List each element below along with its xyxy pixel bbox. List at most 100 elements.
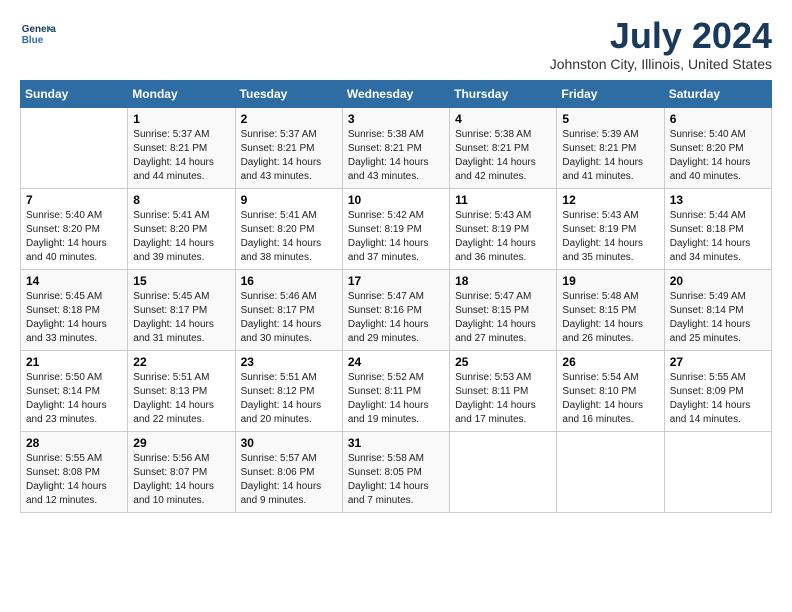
day-number: 14 [26, 274, 122, 288]
calendar-cell: 8Sunrise: 5:41 AM Sunset: 8:20 PM Daylig… [128, 188, 235, 269]
calendar-cell: 4 Sunrise: 5:38 AM Sunset: 8:21 PM Daylig… [450, 107, 557, 188]
day-number: 16 [241, 274, 337, 288]
calendar-cell: 9Sunrise: 5:41 AM Sunset: 8:20 PM Daylig… [235, 188, 342, 269]
day-number: 4 [455, 112, 551, 126]
day-info: Sunrise: 5:51 AM Sunset: 8:12 PM Dayligh… [241, 371, 337, 427]
weekday-header-thursday: Thursday [450, 80, 557, 107]
day-number: 6 [670, 112, 766, 126]
day-info: Sunrise: 5:40 AM Sunset: 8:20 PM Dayligh… [670, 128, 766, 184]
day-number: 28 [26, 436, 122, 450]
day-number: 27 [670, 355, 766, 369]
calendar-cell [450, 431, 557, 512]
day-number: 19 [562, 274, 658, 288]
day-info: Sunrise: 5:38 AM Sunset: 8:21 PM Dayligh… [348, 128, 444, 184]
day-number: 7 [26, 193, 122, 207]
day-info: Sunrise: 5:54 AM Sunset: 8:10 PM Dayligh… [562, 371, 658, 427]
calendar-cell: 13 Sunrise: 5:44 AM Sunset: 8:18 PM Dayli… [664, 188, 771, 269]
day-info: Sunrise: 5:46 AM Sunset: 8:17 PM Dayligh… [241, 290, 337, 346]
weekday-header-sunday: Sunday [21, 80, 128, 107]
day-info: Sunrise: 5:42 AM Sunset: 8:19 PM Dayligh… [348, 209, 444, 265]
day-number: 5 [562, 112, 658, 126]
calendar-cell: 24Sunrise: 5:52 AM Sunset: 8:11 PM Dayli… [342, 350, 449, 431]
page-header: General Blue July 2024 Johnston City, Il… [20, 16, 772, 72]
day-number: 21 [26, 355, 122, 369]
calendar-cell: 30Sunrise: 5:57 AM Sunset: 8:06 PM Dayli… [235, 431, 342, 512]
calendar-cell: 3Sunrise: 5:38 AM Sunset: 8:21 PM Daylig… [342, 107, 449, 188]
day-number: 10 [348, 193, 444, 207]
day-info: Sunrise: 5:55 AM Sunset: 8:09 PM Dayligh… [670, 371, 766, 427]
logo: General Blue [20, 16, 56, 52]
calendar-cell: 5 Sunrise: 5:39 AM Sunset: 8:21 PM Daylig… [557, 107, 664, 188]
day-info: Sunrise: 5:44 AM Sunset: 8:18 PM Dayligh… [670, 209, 766, 265]
day-info: Sunrise: 5:55 AM Sunset: 8:08 PM Dayligh… [26, 452, 122, 508]
day-number: 15 [133, 274, 229, 288]
calendar-cell: 7 Sunrise: 5:40 AM Sunset: 8:20 PM Daylig… [21, 188, 128, 269]
day-number: 12 [562, 193, 658, 207]
calendar-cell: 29 Sunrise: 5:56 AM Sunset: 8:07 PM Dayli… [128, 431, 235, 512]
calendar-title: July 2024 [550, 16, 772, 56]
day-number: 1 [133, 112, 229, 126]
day-info: Sunrise: 5:43 AM Sunset: 8:19 PM Dayligh… [562, 209, 658, 265]
calendar-cell: 12 Sunrise: 5:43 AM Sunset: 8:19 PM Dayli… [557, 188, 664, 269]
weekday-header-monday: Monday [128, 80, 235, 107]
logo-icon: General Blue [20, 16, 56, 52]
day-info: Sunrise: 5:50 AM Sunset: 8:14 PM Dayligh… [26, 371, 122, 427]
day-number: 30 [241, 436, 337, 450]
day-number: 17 [348, 274, 444, 288]
weekday-header-friday: Friday [557, 80, 664, 107]
calendar-week-4: 21 Sunrise: 5:50 AM Sunset: 8:14 PM Dayli… [21, 350, 772, 431]
calendar-week-3: 14 Sunrise: 5:45 AM Sunset: 8:18 PM Dayli… [21, 269, 772, 350]
day-number: 22 [133, 355, 229, 369]
weekday-header-tuesday: Tuesday [235, 80, 342, 107]
day-info: Sunrise: 5:40 AM Sunset: 8:20 PM Dayligh… [26, 209, 122, 265]
calendar-cell: 21 Sunrise: 5:50 AM Sunset: 8:14 PM Dayli… [21, 350, 128, 431]
calendar-header-row: SundayMondayTuesdayWednesdayThursdayFrid… [21, 80, 772, 107]
calendar-week-1: 1 Sunrise: 5:37 AM Sunset: 8:21 PM Daylig… [21, 107, 772, 188]
calendar-week-5: 28 Sunrise: 5:55 AM Sunset: 8:08 PM Dayli… [21, 431, 772, 512]
calendar-cell: 25 Sunrise: 5:53 AM Sunset: 8:11 PM Dayli… [450, 350, 557, 431]
day-number: 11 [455, 193, 551, 207]
day-number: 20 [670, 274, 766, 288]
day-info: Sunrise: 5:38 AM Sunset: 8:21 PM Dayligh… [455, 128, 551, 184]
calendar-cell: 31 Sunrise: 5:58 AM Sunset: 8:05 PM Dayli… [342, 431, 449, 512]
weekday-header-wednesday: Wednesday [342, 80, 449, 107]
svg-text:Blue: Blue [22, 35, 44, 46]
calendar-cell: 10 Sunrise: 5:42 AM Sunset: 8:19 PM Dayli… [342, 188, 449, 269]
location-subtitle: Johnston City, Illinois, United States [550, 56, 772, 72]
day-info: Sunrise: 5:49 AM Sunset: 8:14 PM Dayligh… [670, 290, 766, 346]
calendar-cell: 1 Sunrise: 5:37 AM Sunset: 8:21 PM Daylig… [128, 107, 235, 188]
calendar-cell: 17Sunrise: 5:47 AM Sunset: 8:16 PM Dayli… [342, 269, 449, 350]
calendar-cell: 22Sunrise: 5:51 AM Sunset: 8:13 PM Dayli… [128, 350, 235, 431]
calendar-cell: 23 Sunrise: 5:51 AM Sunset: 8:12 PM Dayli… [235, 350, 342, 431]
calendar-cell: 2Sunrise: 5:37 AM Sunset: 8:21 PM Daylig… [235, 107, 342, 188]
calendar-cell: 11 Sunrise: 5:43 AM Sunset: 8:19 PM Dayli… [450, 188, 557, 269]
day-info: Sunrise: 5:41 AM Sunset: 8:20 PM Dayligh… [241, 209, 337, 265]
day-number: 23 [241, 355, 337, 369]
calendar-cell: 19 Sunrise: 5:48 AM Sunset: 8:15 PM Dayli… [557, 269, 664, 350]
day-info: Sunrise: 5:47 AM Sunset: 8:15 PM Dayligh… [455, 290, 551, 346]
day-info: Sunrise: 5:37 AM Sunset: 8:21 PM Dayligh… [133, 128, 229, 184]
calendar-cell: 27 Sunrise: 5:55 AM Sunset: 8:09 PM Dayli… [664, 350, 771, 431]
day-info: Sunrise: 5:45 AM Sunset: 8:18 PM Dayligh… [26, 290, 122, 346]
calendar-cell: 20 Sunrise: 5:49 AM Sunset: 8:14 PM Dayli… [664, 269, 771, 350]
calendar-cell: 6 Sunrise: 5:40 AM Sunset: 8:20 PM Daylig… [664, 107, 771, 188]
day-info: Sunrise: 5:56 AM Sunset: 8:07 PM Dayligh… [133, 452, 229, 508]
day-number: 24 [348, 355, 444, 369]
calendar-cell: 15Sunrise: 5:45 AM Sunset: 8:17 PM Dayli… [128, 269, 235, 350]
day-number: 25 [455, 355, 551, 369]
calendar-cell: 18Sunrise: 5:47 AM Sunset: 8:15 PM Dayli… [450, 269, 557, 350]
calendar-cell: 28 Sunrise: 5:55 AM Sunset: 8:08 PM Dayli… [21, 431, 128, 512]
day-number: 29 [133, 436, 229, 450]
day-info: Sunrise: 5:39 AM Sunset: 8:21 PM Dayligh… [562, 128, 658, 184]
day-info: Sunrise: 5:58 AM Sunset: 8:05 PM Dayligh… [348, 452, 444, 508]
day-number: 13 [670, 193, 766, 207]
day-number: 2 [241, 112, 337, 126]
day-info: Sunrise: 5:48 AM Sunset: 8:15 PM Dayligh… [562, 290, 658, 346]
day-number: 31 [348, 436, 444, 450]
day-info: Sunrise: 5:43 AM Sunset: 8:19 PM Dayligh… [455, 209, 551, 265]
calendar-cell: 16 Sunrise: 5:46 AM Sunset: 8:17 PM Dayli… [235, 269, 342, 350]
calendar-week-2: 7 Sunrise: 5:40 AM Sunset: 8:20 PM Daylig… [21, 188, 772, 269]
title-block: July 2024 Johnston City, Illinois, Unite… [550, 16, 772, 72]
calendar-cell [21, 107, 128, 188]
day-info: Sunrise: 5:53 AM Sunset: 8:11 PM Dayligh… [455, 371, 551, 427]
